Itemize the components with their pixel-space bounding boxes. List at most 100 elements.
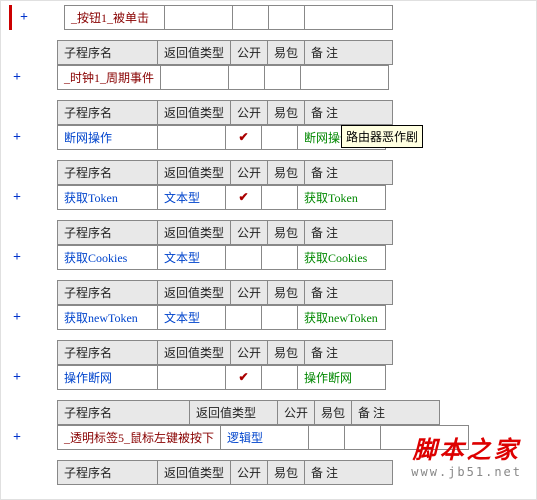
col-remark: 备 注 <box>305 461 393 485</box>
col-package: 易包 <box>315 401 352 425</box>
tooltip-text: 路由器恶作剧 <box>346 130 418 144</box>
cell-package[interactable] <box>262 246 298 270</box>
cell-return-type[interactable] <box>158 126 226 150</box>
expand-icon[interactable]: + <box>5 245 29 270</box>
col-public: 公开 <box>231 281 268 305</box>
col-remark: 备 注 <box>305 41 393 65</box>
sub-header-table: 子程序名 返回值类型 公开 易包 备 注 <box>57 280 393 305</box>
col-remark: 备 注 <box>305 101 393 125</box>
cell-return-type[interactable] <box>165 6 233 30</box>
col-public: 公开 <box>231 101 268 125</box>
cell-package[interactable] <box>262 306 298 330</box>
expand-icon[interactable]: + <box>5 65 29 90</box>
col-package: 易包 <box>268 281 305 305</box>
expand-icon[interactable]: + <box>5 125 29 150</box>
col-return-type: 返回值类型 <box>158 281 231 305</box>
col-sub-name: 子程序名 <box>58 281 158 305</box>
cell-public[interactable] <box>226 246 262 270</box>
sub-data-table: 获取newToken 文本型 获取newToken <box>57 305 386 330</box>
expand-icon[interactable]: + <box>12 5 36 30</box>
col-public: 公开 <box>231 161 268 185</box>
cell-public[interactable]: ✔ <box>226 366 262 390</box>
expand-icon[interactable]: + <box>5 305 29 330</box>
cell-return-type[interactable]: 文本型 <box>158 246 226 270</box>
col-package: 易包 <box>268 101 305 125</box>
col-remark: 备 注 <box>305 281 393 305</box>
cell-return-type[interactable]: 文本型 <box>158 186 226 210</box>
spacer <box>5 460 29 485</box>
tooltip: 路由器恶作剧 <box>341 125 423 148</box>
cell-sub-name[interactable]: 获取Cookies <box>58 246 158 270</box>
col-remark: 备 注 <box>305 161 393 185</box>
watermark: 脚本之家 www.jb51.net <box>411 430 522 479</box>
col-public: 公开 <box>231 461 268 485</box>
spacer <box>5 40 29 65</box>
sub-data-table: _时钟1_周期事件 <box>57 65 389 90</box>
col-public: 公开 <box>231 41 268 65</box>
cell-public[interactable] <box>229 66 265 90</box>
col-sub-name: 子程序名 <box>58 221 158 245</box>
watermark-url: www.jb51.net <box>411 465 522 479</box>
cell-public[interactable] <box>233 6 269 30</box>
cell-remark[interactable]: 获取Cookies <box>298 246 386 270</box>
cell-package[interactable] <box>262 126 298 150</box>
col-return-type: 返回值类型 <box>158 161 231 185</box>
cell-remark[interactable]: 获取newToken <box>298 306 386 330</box>
col-package: 易包 <box>268 221 305 245</box>
cell-public[interactable]: ✔ <box>226 186 262 210</box>
col-remark: 备 注 <box>352 401 440 425</box>
col-return-type: 返回值类型 <box>158 41 231 65</box>
spacer <box>5 100 29 125</box>
col-public: 公开 <box>231 341 268 365</box>
cell-return-type[interactable]: 逻辑型 <box>221 426 309 450</box>
col-sub-name: 子程序名 <box>58 461 158 485</box>
cell-return-type[interactable] <box>161 66 229 90</box>
cell-package[interactable] <box>262 186 298 210</box>
cell-return-type[interactable]: 文本型 <box>158 306 226 330</box>
watermark-title: 脚本之家 <box>411 430 522 465</box>
cell-sub-name[interactable]: 操作断网 <box>58 366 158 390</box>
cell-sub-name[interactable]: _透明标签5_鼠标左键被按下 <box>58 426 221 450</box>
col-return-type: 返回值类型 <box>158 341 231 365</box>
spacer <box>5 400 29 425</box>
col-remark: 备 注 <box>305 221 393 245</box>
col-sub-name: 子程序名 <box>58 41 158 65</box>
expand-icon[interactable]: + <box>5 425 29 450</box>
spacer <box>5 160 29 185</box>
cell-public[interactable]: ✔ <box>226 126 262 150</box>
expand-icon[interactable]: + <box>5 185 29 210</box>
sub-header-table: 子程序名 返回值类型 公开 易包 备 注 <box>57 400 440 425</box>
cell-remark[interactable]: 获取Token <box>298 186 386 210</box>
expand-icon[interactable]: + <box>5 365 29 390</box>
sub-header-table: 子程序名 返回值类型 公开 易包 备 注 <box>57 340 393 365</box>
sub-header-table: 子程序名 返回值类型 公开 易包 备 注 <box>57 40 393 65</box>
cell-remark[interactable] <box>305 6 393 30</box>
cell-sub-name[interactable]: 断网操作 <box>58 126 158 150</box>
col-return-type: 返回值类型 <box>190 401 278 425</box>
cell-remark[interactable]: 操作断网 <box>298 366 386 390</box>
cell-sub-name[interactable]: 获取newToken <box>58 306 158 330</box>
sub-header-table: 子程序名 返回值类型 公开 易包 备 注 <box>57 100 393 125</box>
sub-data-table: 断网操作 ✔ 断网操作 <box>57 125 386 150</box>
col-sub-name: 子程序名 <box>58 341 158 365</box>
col-return-type: 返回值类型 <box>158 221 231 245</box>
col-sub-name: 子程序名 <box>58 401 190 425</box>
cell-package[interactable] <box>265 66 301 90</box>
cell-package[interactable] <box>345 426 381 450</box>
col-package: 易包 <box>268 341 305 365</box>
cell-sub-name[interactable]: _按钮1_被单击 <box>65 6 165 30</box>
cell-package[interactable] <box>262 366 298 390</box>
cell-sub-name[interactable]: 获取Token <box>58 186 158 210</box>
cell-public[interactable] <box>309 426 345 450</box>
col-sub-name: 子程序名 <box>58 161 158 185</box>
cell-remark[interactable] <box>301 66 389 90</box>
sub-data-table: 操作断网 ✔ 操作断网 <box>57 365 386 390</box>
sub-data-table: 获取Cookies 文本型 获取Cookies <box>57 245 386 270</box>
col-public: 公开 <box>278 401 315 425</box>
cell-sub-name[interactable]: _时钟1_周期事件 <box>58 66 161 90</box>
cell-return-type[interactable] <box>158 366 226 390</box>
cell-public[interactable] <box>226 306 262 330</box>
spacer <box>5 280 29 305</box>
sub-header-table: 子程序名 返回值类型 公开 易包 备 注 <box>57 220 393 245</box>
cell-package[interactable] <box>269 6 305 30</box>
